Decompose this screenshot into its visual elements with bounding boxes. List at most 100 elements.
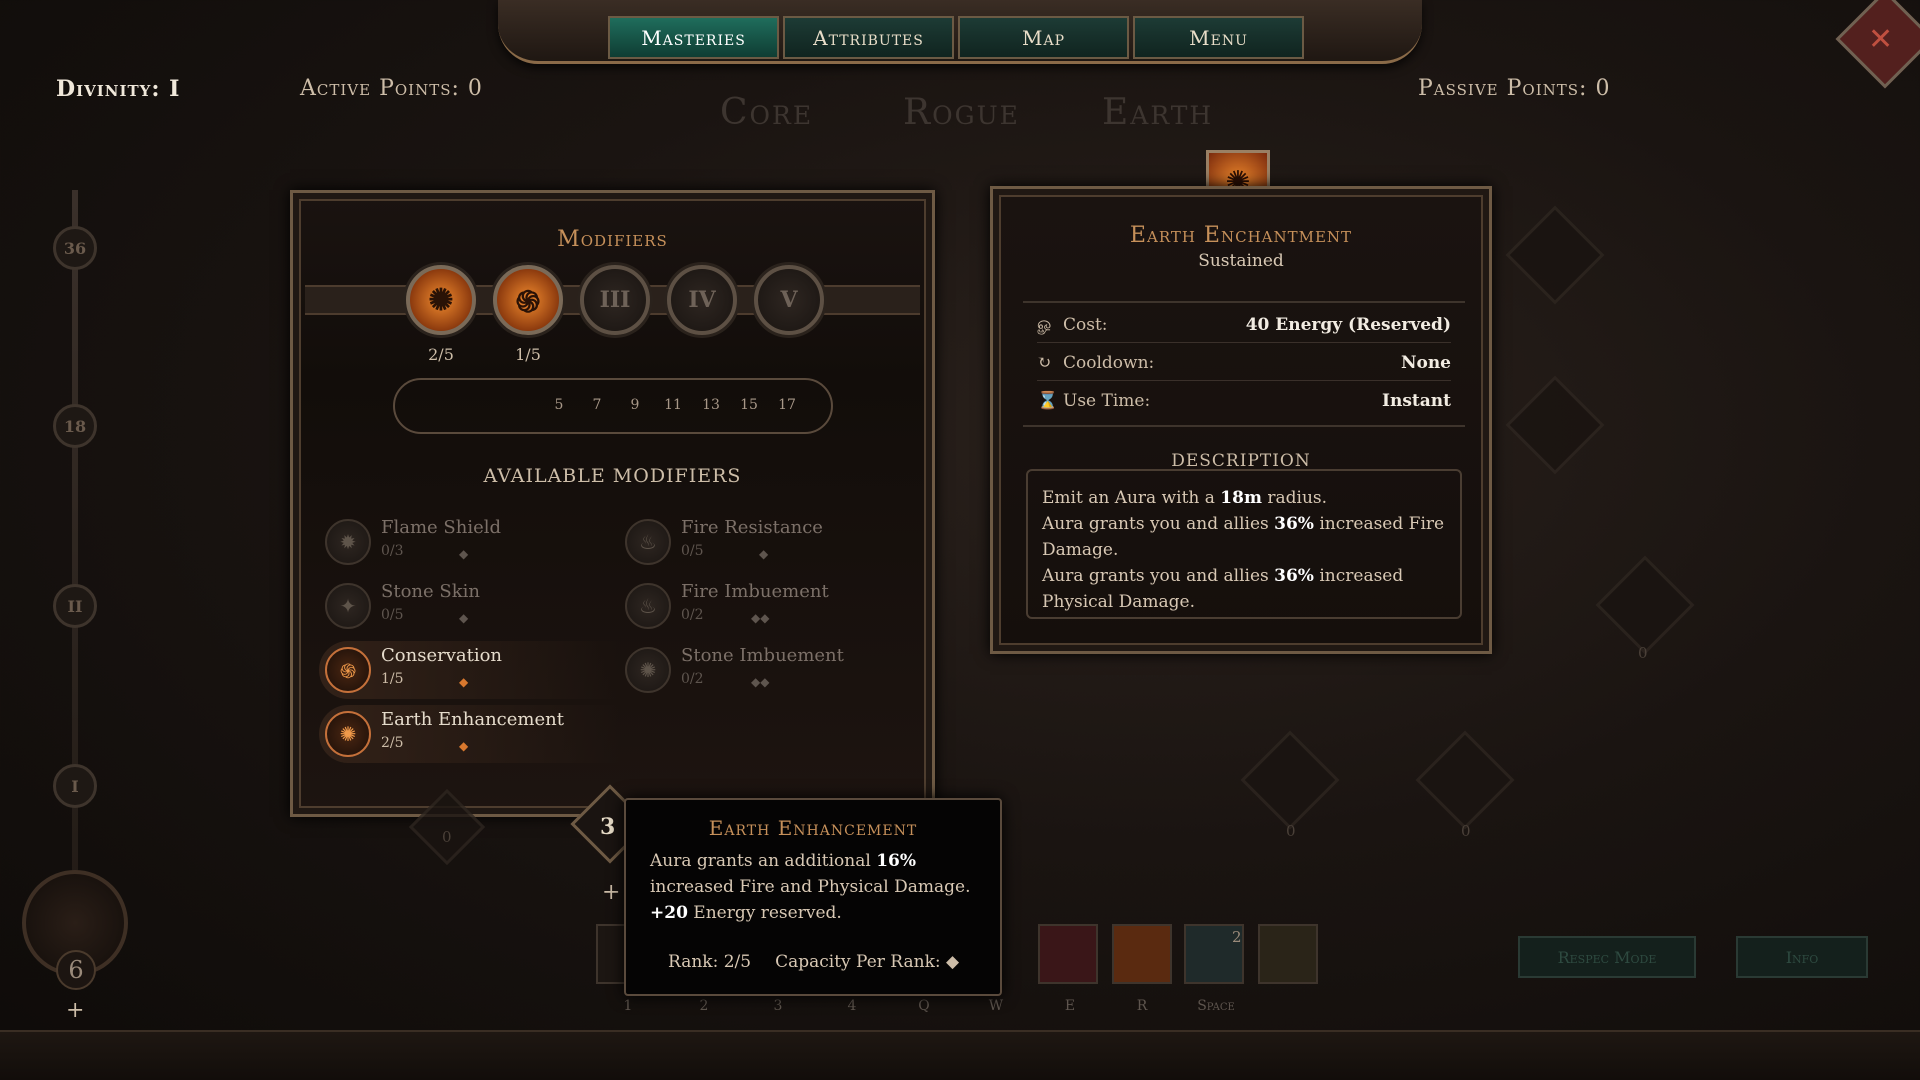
modifiers-title: Modifiers [557,227,668,252]
hotbar-slot-extra[interactable] [1258,924,1318,984]
hotbar-slot-e[interactable] [1038,924,1098,984]
rail-node-18: 18 [53,404,97,448]
info-button[interactable]: Info [1736,936,1868,978]
capacity-diamond-icon: ◆ [946,952,960,972]
skill-node-value: 0 [1461,822,1471,840]
capacity-diamonds-icon: ◆◆ [751,675,770,689]
hotkey-label: W [988,998,1004,1014]
respec-mode-button[interactable]: Respec Mode [1518,936,1696,978]
modifier-name: Flame Shield [381,517,502,538]
modifier-slot-3[interactable]: III [580,265,650,335]
orb-value: 6 [56,950,96,990]
modifier-rank: 0/5 [381,607,404,623]
capacity-pip: 17 [771,389,803,421]
capacity-pip: 7 [581,389,613,421]
tab-menu[interactable]: Menu [1133,16,1304,59]
earth-enchantment-panel: Earth Enchantment Sustained ௐ Cost: 40 E… [990,186,1492,654]
modifier-slot-1[interactable]: ✺ [406,265,476,335]
capacity-diamond-icon: ◆ [459,739,469,753]
modifier-slot-4[interactable]: IV [667,265,737,335]
skill-node[interactable] [1505,205,1605,305]
tooltip-description: Aura grants an additional 16% increased … [650,851,971,923]
earth-enhancement-icon: ✺ [428,282,454,318]
skill-node[interactable] [1505,375,1605,475]
modifier-name: Fire Resistance [681,517,823,538]
capacity-diamond-icon: ◆ [759,547,769,561]
hotkey-label: Q [918,998,930,1014]
enchantment-subtitle: Sustained [1198,251,1284,271]
hotbar-badge: 2 [1232,928,1242,946]
skill-node-value: 0 [1638,644,1648,662]
modifier-rank: 0/5 [681,543,704,559]
tree-tab-rogue[interactable]: Rogue [903,92,1020,133]
capacity-pip [467,389,499,421]
capacity-diamond-icon: ◆ [459,547,469,561]
modifier-fire-imbuement[interactable]: ♨ Fire Imbuement 0/2 ◆◆ [619,577,919,635]
hotkey-label: E [1064,998,1076,1014]
capacity-pip: 9 [619,389,651,421]
add-rank-button[interactable]: + [602,880,620,905]
tab-map[interactable]: Map [958,16,1129,59]
modifier-name: Fire Imbuement [681,581,829,602]
modifier-stone-skin[interactable]: ✦ Stone Skin 0/5 ◆ [319,577,619,635]
tree-tab-earth[interactable]: Earth [1102,92,1213,133]
close-icon: ✕ [1868,22,1894,57]
skill-node-value: 0 [1286,822,1296,840]
tooltip-title: Earth Enhancement [708,816,918,840]
stone-skin-icon: ✦ [325,583,371,629]
stat-cooldown: ↻ Cooldown: None [1037,345,1451,381]
modifier-slot-1-count: 2/5 [428,345,454,364]
earth-enhancement-tooltip: Earth Enhancement Aura grants an additio… [624,798,1002,996]
modifier-conservation[interactable]: ֍ Conservation 1/5 ◆ [319,641,619,699]
skill-node[interactable] [1595,555,1695,655]
hourglass-icon: ⌛ [1037,391,1059,411]
top-nav-tabs: Masteries Attributes Map Menu [608,16,1304,59]
hotkey-label: Space [1197,998,1235,1014]
rail-node-i: I [53,764,97,808]
cooldown-icon: ↻ [1037,352,1052,373]
earth-enhancement-icon: ✺ [325,711,371,757]
modifier-name: Conservation [381,645,503,666]
capacity-pip: 11 [657,389,689,421]
modifier-slot-2-count: 1/5 [515,345,541,364]
fire-imbuement-icon: ♨ [625,583,671,629]
rail-node-36: 36 [53,226,97,270]
capacity-pip: 5 [543,389,575,421]
modifier-slot-5[interactable]: V [754,265,824,335]
modifier-flame-shield[interactable]: ✹ Flame Shield 0/3 ◆ [319,513,619,571]
modifier-fire-resistance[interactable]: ♨ Fire Resistance 0/5 ◆ [619,513,919,571]
enchantment-title: Earth Enchantment [1129,223,1353,248]
hotkey-label: 2 [699,998,709,1014]
stat-use-time: ⌛ Use Time: Instant [1037,391,1451,411]
tree-tab-core[interactable]: Core [720,92,813,133]
capacity-pip [505,389,537,421]
modifier-name: Earth Enhancement [381,709,564,730]
description-text: Emit an Aura with a 18m radius. Aura gra… [1026,469,1462,619]
available-modifiers-label: AVAILABLE MODIFIERS [483,465,742,487]
add-divinity-button[interactable]: + [66,998,84,1023]
modifier-stone-imbuement[interactable]: ✺ Stone Imbuement 0/2 ◆◆ [619,641,919,699]
stat-cost: ௐ Cost: 40 Energy (Reserved) [1037,307,1451,343]
tab-attributes[interactable]: Attributes [783,16,954,59]
bottom-bar [0,1030,1920,1080]
hotbar-slot-r[interactable] [1112,924,1172,984]
modifier-rank: 0/2 [681,607,704,623]
energy-icon: ௐ [1037,313,1054,334]
skill-node[interactable] [1415,730,1515,830]
divinity-label: Divinity: I [56,76,181,102]
modifier-slot-2[interactable]: ֍ [493,265,563,335]
capacity-diamond-icon: ◆ [459,675,469,689]
tooltip-footer: Rank: 2/5 Capacity Per Rank: ◆ [668,952,959,972]
flame-shield-icon: ✹ [325,519,371,565]
stone-imbuement-icon: ✺ [625,647,671,693]
tooltip-rank: Rank: 2/5 [668,952,752,972]
modifiers-panel: Modifiers ✺ ֍ III IV V 2/5 1/5 5 7 9 11 … [290,190,935,817]
enchantment-stats: ௐ Cost: 40 Energy (Reserved) ↻ Cooldown:… [1023,301,1465,427]
hotkey-label: R [1136,998,1148,1014]
active-points-label: Active Points: 0 [300,76,483,101]
tab-masteries[interactable]: Masteries [608,16,779,59]
conservation-icon: ֍ [325,647,371,693]
skill-node[interactable] [1240,730,1340,830]
modifier-earth-enhancement[interactable]: ✺ Earth Enhancement 2/5 ◆ [319,705,619,763]
capacity-diamond-icon: ◆ [459,611,469,625]
